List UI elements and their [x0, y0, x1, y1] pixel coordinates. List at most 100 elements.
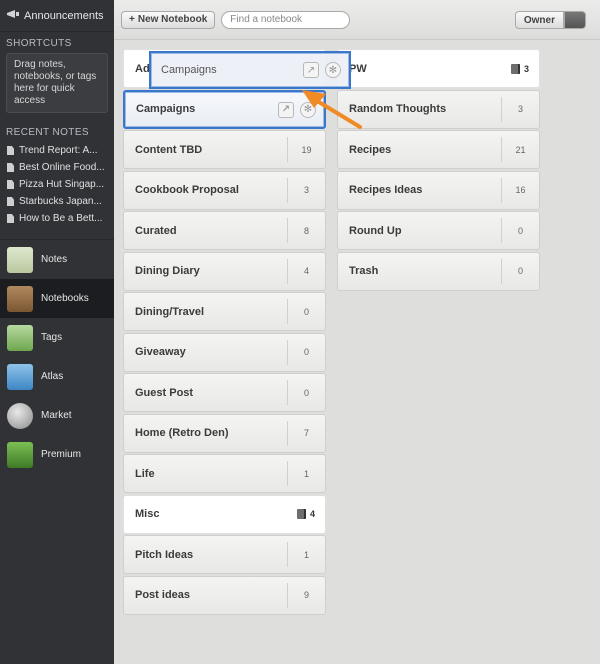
nav-atlas-label: Atlas — [41, 371, 64, 382]
recent-note-item[interactable]: Trend Report: A... — [0, 142, 114, 159]
nav-notebooks[interactable]: Notebooks — [0, 279, 114, 318]
notebook-name: Round Up — [349, 224, 402, 237]
notebook-item[interactable]: Dining Diary 4 — [123, 251, 326, 291]
drag-ghost-label: Campaigns — [161, 64, 217, 76]
note-icon — [7, 163, 14, 172]
notebook-item[interactable]: Guest Post 0 — [123, 373, 326, 412]
nav-market[interactable]: Market — [0, 396, 114, 435]
notebook-item[interactable]: Giveaway 0 — [123, 332, 326, 372]
notebook-item[interactable]: Recipes 21 — [337, 130, 540, 169]
note-count: 21 — [501, 137, 539, 162]
new-notebook-label: New Notebook — [137, 14, 208, 25]
recent-note-title: Trend Report: A... — [19, 145, 98, 156]
notebooks-view: + New Notebook Find a notebook Owner Ad … — [114, 0, 600, 664]
note-count: 4 — [287, 258, 325, 284]
notebook-item[interactable]: Random Thoughts 3 — [337, 89, 540, 129]
recent-notes-list: Trend Report: A... Best Online Food... P… — [0, 142, 114, 227]
recent-note-item[interactable]: Starbucks Japan... — [0, 193, 114, 210]
notebook-item[interactable]: Recipes Ideas 16 — [337, 170, 540, 210]
notebook-item[interactable]: Home (Retro Den) 7 — [123, 413, 326, 453]
note-count: 0 — [287, 380, 325, 405]
notebook-name: Dining/Travel — [135, 305, 205, 318]
market-icon — [7, 402, 33, 429]
recent-note-title: Pizza Hut Singap... — [19, 179, 105, 190]
toolbar: + New Notebook Find a notebook Owner — [114, 0, 600, 40]
drag-ghost-notebook[interactable]: Campaigns ↗ ✻ — [149, 51, 351, 89]
note-count: 0 — [501, 218, 539, 243]
notebook-name: Dining Diary — [135, 265, 200, 277]
gear-icon: ✻ — [325, 62, 341, 78]
notebook-item[interactable]: Cookbook Proposal 3 — [123, 170, 326, 210]
notebook-name: Random Thoughts — [349, 103, 447, 115]
note-count: 9 — [287, 582, 325, 608]
notebook-item[interactable]: Round Up 0 — [337, 211, 540, 250]
notebook-item[interactable]: Dining/Travel 0 — [123, 292, 326, 331]
note-count: 0 — [287, 299, 325, 324]
notebook-item[interactable]: Pitch Ideas 1 — [123, 535, 326, 574]
gear-icon[interactable]: ✻ — [300, 101, 316, 118]
notebook-name: Campaigns — [136, 103, 196, 115]
note-count: 1 — [287, 461, 325, 486]
main-nav: Notes Notebooks Tags Atlas Market Premiu… — [0, 239, 114, 474]
owner-dropdown-button[interactable] — [564, 11, 586, 29]
shortcuts-title: SHORTCUTS — [6, 38, 72, 49]
premium-icon — [7, 441, 33, 468]
notebook-name: Trash — [349, 265, 379, 277]
nav-tags-label: Tags — [41, 332, 63, 343]
note-count: 16 — [501, 177, 539, 203]
note-icon — [7, 180, 14, 189]
note-count: 0 — [501, 258, 539, 284]
notebook-item-selected[interactable]: Campaigns ↗ ✻ — [123, 89, 326, 129]
notebook-item[interactable]: Post ideas 9 — [123, 575, 326, 615]
nav-premium-label: Premium — [41, 449, 82, 460]
note-count: 8 — [287, 218, 325, 243]
notebook-item[interactable]: Trash 0 — [337, 251, 540, 291]
recent-note-item[interactable]: Pizza Hut Singap... — [0, 176, 114, 193]
note-icon — [7, 214, 14, 223]
note-count: 3 — [287, 177, 325, 203]
owner-button[interactable]: Owner — [514, 11, 564, 29]
share-icon[interactable]: ↗ — [278, 101, 294, 118]
nav-market-label: Market — [41, 410, 72, 421]
nav-notebooks-label: Notebooks — [41, 293, 89, 304]
nav-premium[interactable]: Premium — [0, 435, 114, 474]
recent-note-title: Best Online Food... — [19, 162, 105, 173]
notebook-name: Post ideas — [135, 589, 191, 601]
announcements-label: Announcements — [24, 9, 104, 22]
note-icon — [7, 146, 14, 155]
owner-sort-control[interactable]: Owner — [514, 11, 586, 29]
notebook-name: Content TBD — [135, 143, 203, 156]
recent-notes-title: RECENT NOTES — [6, 127, 89, 138]
notebook-name: Misc — [135, 508, 160, 520]
announcements-link[interactable]: Announcements — [0, 0, 114, 32]
note-count: 3 — [523, 63, 529, 74]
notebook-name: Ad — [135, 62, 150, 75]
notebook-stack-item[interactable]: Misc 4 — [123, 494, 326, 534]
notebooks-icon — [7, 285, 33, 312]
notebook-name: Life — [135, 467, 155, 480]
notebook-item[interactable]: Life 1 — [123, 454, 326, 493]
notebook-stack-item[interactable]: PW 3 — [337, 49, 540, 88]
stack-icon — [296, 509, 306, 519]
note-count: 3 — [501, 96, 539, 122]
notebook-name: Giveaway — [135, 346, 186, 358]
notebook-column-right: PW 3 Random Thoughts 3 Recipes 21 Recipes I… — [337, 49, 540, 292]
notebook-column-left: Ad Campaigns ↗ ✻ Content TBD 19 Cookbook … — [123, 49, 326, 616]
note-count: 0 — [287, 339, 325, 365]
tags-icon — [7, 324, 33, 351]
notebook-name: Recipes Ideas — [349, 184, 423, 196]
nav-notes[interactable]: Notes — [0, 240, 114, 279]
notebook-item[interactable]: Content TBD 19 — [123, 130, 326, 169]
shortcuts-drop-zone[interactable]: Drag notes, notebooks, or tags here for … — [6, 53, 108, 113]
recent-note-item[interactable]: How to Be a Bett... — [0, 210, 114, 227]
nav-tags[interactable]: Tags — [0, 318, 114, 357]
new-notebook-button[interactable]: + New Notebook — [121, 10, 216, 29]
notebook-name: PW — [349, 62, 367, 75]
recent-note-item[interactable]: Best Online Food... — [0, 159, 114, 176]
note-count: 1 — [287, 542, 325, 567]
notebook-search-input[interactable]: Find a notebook — [221, 10, 351, 29]
nav-atlas[interactable]: Atlas — [0, 357, 114, 396]
notebook-item[interactable]: Curated 8 — [123, 211, 326, 250]
notebook-name: Recipes — [349, 143, 392, 156]
notebook-name: Home (Retro Den) — [135, 427, 229, 439]
